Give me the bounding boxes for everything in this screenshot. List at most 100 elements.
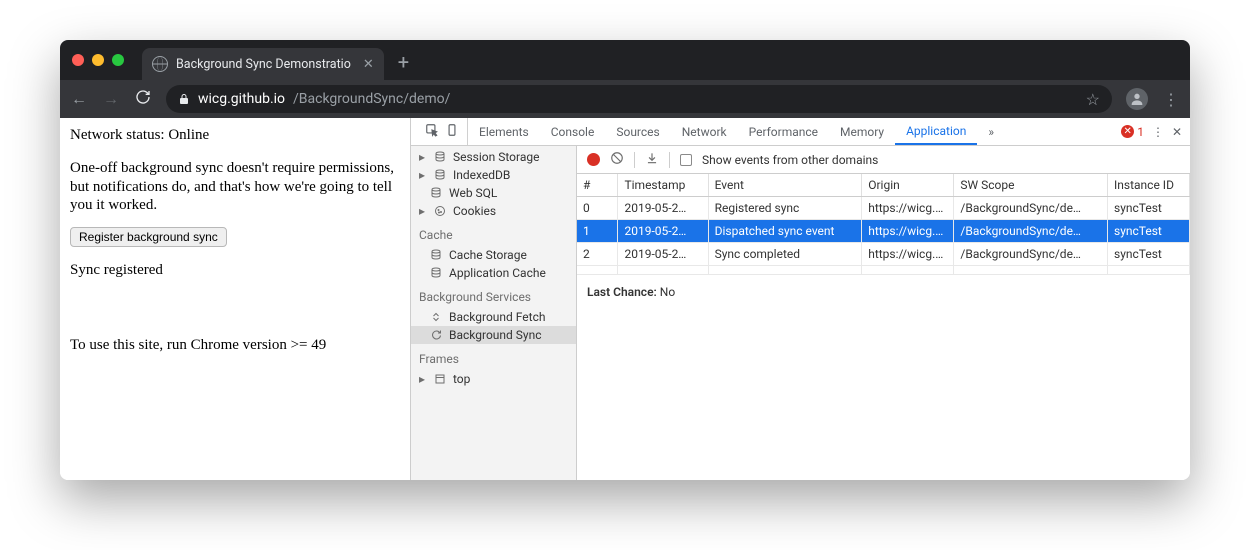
application-sidebar: ▸ Session Storage ▸ IndexedDB <box>411 146 577 480</box>
frame-icon <box>433 373 447 385</box>
tabs-overflow[interactable]: » <box>977 118 1005 145</box>
chevron-right-icon: ▸ <box>417 168 427 182</box>
sidebar-label: Background Sync <box>449 328 541 342</box>
cookie-icon <box>433 205 447 217</box>
col-sw-scope[interactable]: SW Scope <box>954 174 1108 197</box>
sidebar-label: Cookies <box>453 204 496 218</box>
address-bar: ← → wicg.github.io/BackgroundSync/demo/ … <box>60 80 1190 118</box>
page-description: One-off background sync doesn't require … <box>70 159 400 215</box>
browser-window: Background Sync Demonstratio ✕ + ← → wic… <box>60 40 1190 480</box>
devtools-close-icon[interactable]: ✕ <box>1172 125 1182 139</box>
error-icon: ✕ <box>1121 125 1134 138</box>
new-tab-button[interactable]: + <box>384 50 423 74</box>
minimize-window-button[interactable] <box>92 54 104 66</box>
browser-menu-button[interactable]: ⋮ <box>1162 90 1180 109</box>
sidebar-label: Background Fetch <box>449 310 545 324</box>
sync-result: Sync registered <box>70 261 400 280</box>
background-sync-pane: Show events from other domains # Timesta… <box>577 146 1190 480</box>
download-icon[interactable] <box>645 151 659 168</box>
sidebar-item-indexeddb[interactable]: ▸ IndexedDB <box>411 166 576 184</box>
database-icon <box>433 151 447 163</box>
table-row[interactable]: 1 2019-05-2… Dispatched sync event https… <box>577 220 1190 243</box>
col-origin[interactable]: Origin <box>862 174 954 197</box>
error-count: 1 <box>1137 125 1144 139</box>
sidebar-category-background: Background Services <box>411 282 576 308</box>
close-tab-icon[interactable]: ✕ <box>359 57 374 72</box>
tab-strip: Background Sync Demonstratio ✕ + <box>60 40 1190 80</box>
col-timestamp[interactable]: Timestamp <box>618 174 708 197</box>
devtools-tabs: Elements Console Sources Network Perform… <box>411 118 1190 146</box>
error-indicator[interactable]: ✕ 1 <box>1121 125 1144 139</box>
sidebar-label: Cache Storage <box>449 248 527 262</box>
tab-title: Background Sync Demonstratio <box>176 57 351 72</box>
url-host: wicg.github.io <box>198 91 285 107</box>
lock-icon <box>178 93 190 105</box>
table-row[interactable]: 2 2019-05-2… Sync completed https://wicg… <box>577 243 1190 266</box>
page-content: Network status: Online One-off backgroun… <box>60 118 410 480</box>
detail-label: Last Chance: <box>587 285 657 299</box>
browser-requirement: To use this site, run Chrome version >= … <box>70 336 400 355</box>
forward-button[interactable]: → <box>102 89 120 109</box>
register-sync-button[interactable]: Register background sync <box>70 227 227 247</box>
profile-avatar[interactable] <box>1126 88 1148 110</box>
url-input[interactable]: wicg.github.io/BackgroundSync/demo/ ☆ <box>166 85 1112 113</box>
device-toggle-icon[interactable] <box>445 123 459 140</box>
tab-performance[interactable]: Performance <box>738 118 829 145</box>
detail-value: No <box>660 285 675 299</box>
bookmark-icon[interactable]: ☆ <box>1086 90 1100 109</box>
show-other-checkbox[interactable] <box>680 154 692 166</box>
record-button[interactable] <box>587 153 600 166</box>
chevron-right-icon: ▸ <box>417 372 427 386</box>
content-area: Network status: Online One-off backgroun… <box>60 118 1190 480</box>
sidebar-category-frames: Frames <box>411 344 576 370</box>
sidebar-label: top <box>453 372 470 386</box>
window-controls <box>72 54 124 66</box>
tab-sources[interactable]: Sources <box>605 118 670 145</box>
maximize-window-button[interactable] <box>112 54 124 66</box>
chevron-right-icon: ▸ <box>417 150 427 164</box>
col-index[interactable]: # <box>577 174 618 197</box>
show-other-label: Show events from other domains <box>702 153 878 167</box>
col-instance-id[interactable]: Instance ID <box>1108 174 1190 197</box>
sidebar-item-websql[interactable]: Web SQL <box>411 184 576 202</box>
reload-button[interactable] <box>134 89 152 109</box>
tab-elements[interactable]: Elements <box>468 118 540 145</box>
sidebar-label: Web SQL <box>449 186 497 200</box>
sidebar-label: Session Storage <box>453 150 539 164</box>
clear-icon[interactable] <box>610 151 624 168</box>
sidebar-item-cache-storage[interactable]: Cache Storage <box>411 246 576 264</box>
events-table: # Timestamp Event Origin SW Scope Instan… <box>577 174 1190 275</box>
tab-network[interactable]: Network <box>671 118 738 145</box>
database-icon <box>429 267 443 279</box>
inspect-icon[interactable] <box>425 123 439 140</box>
events-toolbar: Show events from other domains <box>577 146 1190 174</box>
url-path: /BackgroundSync/demo/ <box>293 91 450 107</box>
sidebar-item-background-sync[interactable]: Background Sync <box>411 326 576 344</box>
sidebar-item-top-frame[interactable]: ▸ top <box>411 370 576 388</box>
fetch-icon <box>429 311 443 323</box>
table-row[interactable]: 0 2019-05-2… Registered sync https://wic… <box>577 197 1190 220</box>
close-window-button[interactable] <box>72 54 84 66</box>
event-detail: Last Chance: No <box>577 275 1190 309</box>
table-row <box>577 266 1190 275</box>
sidebar-item-background-fetch[interactable]: Background Fetch <box>411 308 576 326</box>
database-icon <box>429 249 443 261</box>
sidebar-label: Application Cache <box>449 266 546 280</box>
database-icon <box>429 187 443 199</box>
sidebar-item-application-cache[interactable]: Application Cache <box>411 264 576 282</box>
sidebar-category-cache: Cache <box>411 220 576 246</box>
database-icon <box>433 169 447 181</box>
network-status: Network status: Online <box>70 126 400 145</box>
sync-icon <box>429 329 443 341</box>
browser-tab[interactable]: Background Sync Demonstratio ✕ <box>142 48 384 80</box>
sidebar-item-session-storage[interactable]: ▸ Session Storage <box>411 148 576 166</box>
col-event[interactable]: Event <box>708 174 862 197</box>
tab-memory[interactable]: Memory <box>829 118 895 145</box>
back-button[interactable]: ← <box>70 89 88 109</box>
devtools-menu-icon[interactable]: ⋮ <box>1152 125 1164 139</box>
tab-console[interactable]: Console <box>540 118 606 145</box>
sidebar-item-cookies[interactable]: ▸ Cookies <box>411 202 576 220</box>
sidebar-label: IndexedDB <box>453 168 510 182</box>
tab-application[interactable]: Application <box>895 118 977 145</box>
chevron-right-icon: ▸ <box>417 204 427 218</box>
